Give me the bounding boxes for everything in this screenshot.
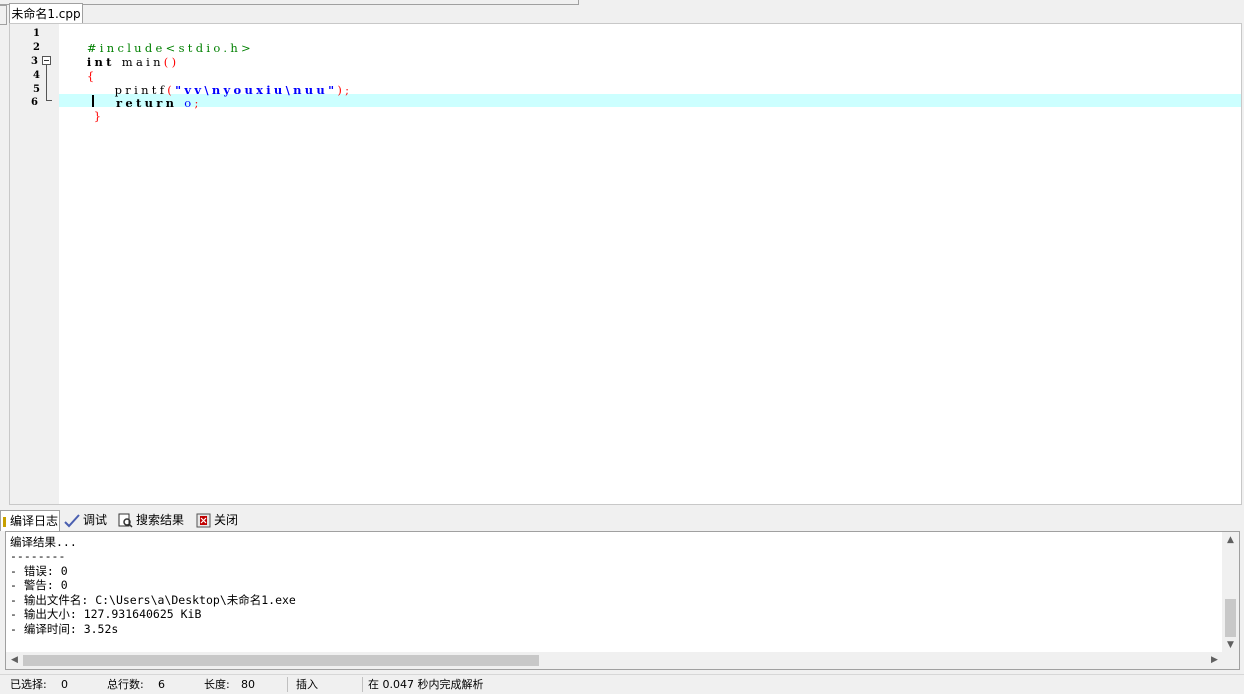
file-tab[interactable]: 未命名1.cpp (9, 3, 83, 23)
code-line-2: int main() (59, 41, 179, 69)
tab-close[interactable]: 关闭 (196, 510, 238, 531)
code-line-3: { (59, 55, 97, 83)
fold-guide-line (46, 65, 47, 100)
status-divider (362, 677, 363, 692)
tab-label: 搜索结果 (136, 513, 185, 527)
text-caret (92, 95, 94, 107)
parentheses: () (163, 55, 180, 69)
compile-log-panel[interactable]: 编译结果... -------- - 错误: 0 - 警告: 0 - 输出文件名… (5, 531, 1240, 670)
length-value: 80 (241, 678, 255, 691)
code-line-5: return o; (59, 82, 202, 110)
line-number: 6 (31, 97, 38, 108)
line-number: 1 (33, 28, 40, 39)
selected-value: 0 (61, 678, 68, 691)
line-number: 3 (31, 56, 38, 67)
length-label: 长度: (204, 678, 230, 691)
tab-compile-log[interactable]: 编译日志 (0, 510, 60, 531)
log-line: - 警告: 0 (10, 578, 68, 592)
semicolon: ; (194, 96, 202, 110)
tab-label: 编译日志 (10, 514, 59, 528)
checkmark-icon (64, 513, 80, 527)
tab-debug[interactable]: 调试 (64, 510, 107, 531)
tab-search-results[interactable]: 搜索结果 (118, 510, 184, 531)
scroll-right-arrow-icon[interactable]: ▶ (1206, 652, 1223, 669)
left-panel-stub (0, 5, 7, 25)
tab-label: 调试 (83, 513, 108, 527)
compile-log-icon (3, 516, 6, 527)
close-brace: } (86, 109, 105, 123)
line-number: 2 (33, 42, 40, 53)
log-line: - 编译时间: 3.52s (10, 622, 119, 636)
status-bar: 已选择: 0 总行数: 6 长度: 80 插入 在 0.047 秒内完成解析 (0, 674, 1244, 694)
total-lines-value: 6 (158, 678, 165, 691)
code-line-1: #include<stdio.h> (59, 27, 254, 55)
fold-collapse-icon[interactable] (42, 56, 51, 65)
horizontal-scroll-thumb[interactable] (23, 655, 539, 666)
return-value: o (184, 96, 195, 110)
horizontal-scrollbar[interactable]: ◀ ▶ (6, 652, 1223, 669)
line-number-gutter: 1 2 3 4 5 6 (10, 24, 59, 504)
window-top-edge (0, 0, 579, 5)
vertical-scrollbar[interactable]: ▲ ▼ (1222, 532, 1239, 654)
total-lines-label: 总行数: (107, 678, 144, 691)
close-paren-semicolon: ); (337, 83, 353, 97)
fold-end-marker (46, 100, 52, 101)
close-panel-icon (196, 513, 211, 528)
selected-label: 已选择: (10, 678, 47, 691)
vertical-scroll-thumb[interactable] (1225, 599, 1236, 637)
identifier: main (114, 55, 164, 69)
parse-status-message: 在 0.047 秒内完成解析 (368, 678, 484, 691)
status-divider (287, 677, 288, 692)
line-number: 5 (33, 84, 40, 95)
code-line-4: printf("vv\nyouxiu\nuu"); (59, 69, 352, 97)
tab-label: 关闭 (214, 513, 239, 527)
code-editor[interactable]: 1 2 3 4 5 6 #include<stdio.h> int main()… (9, 23, 1242, 505)
scrollbar-corner (1222, 652, 1239, 669)
scroll-up-arrow-icon[interactable]: ▲ (1222, 532, 1239, 549)
search-results-icon (118, 513, 133, 528)
code-line-6: } (59, 95, 104, 123)
log-line: - 错误: 0 (10, 564, 68, 578)
log-line: 编译结果... (10, 535, 77, 549)
log-line: - 输出大小: 127.931640625 KiB (10, 607, 202, 621)
scroll-left-arrow-icon[interactable]: ◀ (6, 652, 23, 669)
log-line: - 输出文件名: C:\Users\a\Desktop\未命名1.exe (10, 593, 296, 607)
log-line: -------- (10, 549, 66, 563)
insert-mode-indicator: 插入 (296, 678, 318, 691)
line-number: 4 (33, 70, 40, 81)
